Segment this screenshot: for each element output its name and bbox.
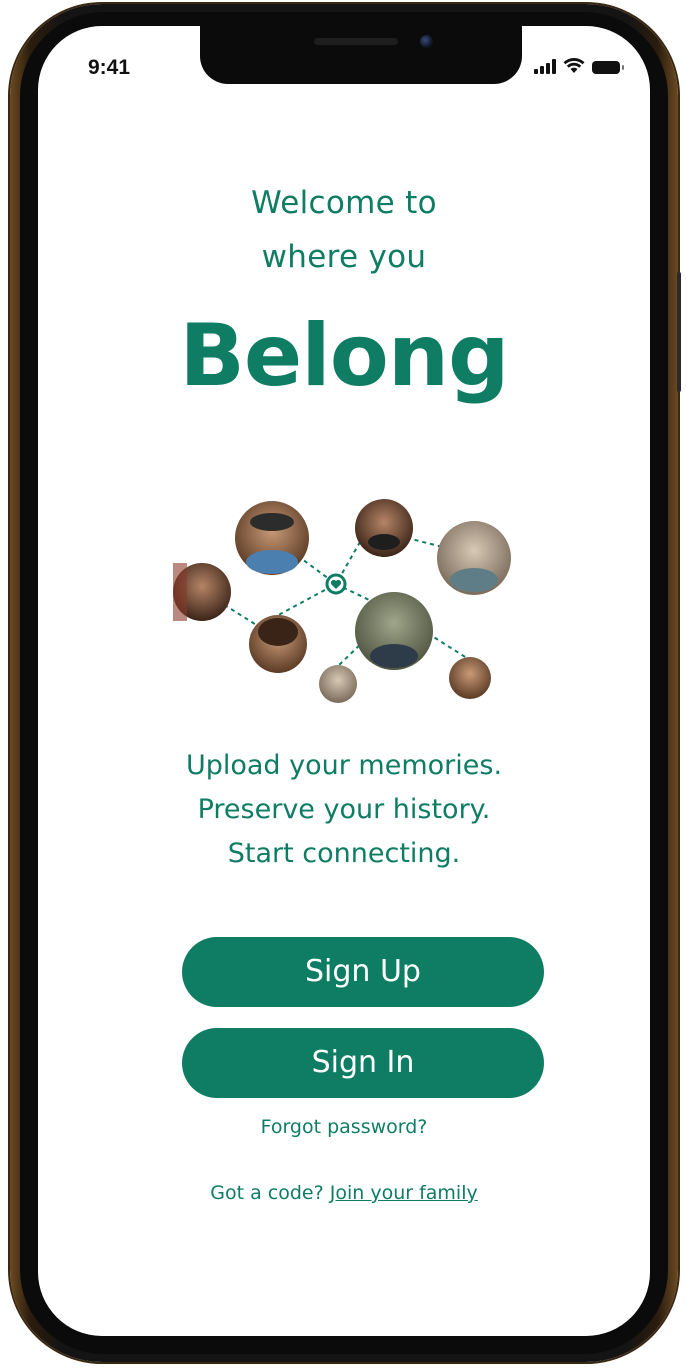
welcome-heading: Welcome to where you <box>38 176 650 284</box>
welcome-line-1: Welcome to <box>251 185 437 221</box>
app-screen: 9:41 Welcome to where you Belong Upload … <box>38 26 650 1336</box>
status-icons <box>534 58 624 74</box>
person-photo <box>449 657 491 699</box>
phone-frame: 9:41 Welcome to where you Belong Upload … <box>10 4 681 1362</box>
sign-up-button[interactable]: Sign Up <box>182 937 544 1007</box>
person-photo <box>235 501 309 575</box>
cellular-signal-icon <box>534 59 556 74</box>
sign-in-button[interactable]: Sign In <box>182 1028 544 1098</box>
person-photo <box>355 499 413 557</box>
person-photo <box>249 615 307 673</box>
brand-title: Belong <box>179 306 509 406</box>
person-photo <box>319 665 357 703</box>
family-network-illustration <box>173 499 511 703</box>
notch <box>200 26 522 84</box>
speaker-grille <box>314 38 398 45</box>
join-family-row: Got a code? Join your family <box>38 1182 650 1204</box>
battery-icon <box>592 61 624 74</box>
tagline-line-2: Preserve your history. <box>197 794 491 825</box>
tagline: Upload your memories. Preserve your hist… <box>38 744 650 876</box>
person-photo <box>173 563 231 621</box>
welcome-line-2: where you <box>261 239 427 275</box>
front-camera <box>420 35 433 48</box>
join-family-link[interactable]: Join your family <box>330 1182 478 1204</box>
status-time: 9:41 <box>88 56 131 79</box>
forgot-password-link[interactable]: Forgot password? <box>38 1116 650 1138</box>
wifi-icon <box>563 58 585 73</box>
tagline-line-3: Start connecting. <box>227 838 461 869</box>
side-button <box>677 272 681 392</box>
person-photo <box>437 521 511 595</box>
code-prompt: Got a code? <box>210 1182 324 1204</box>
tagline-line-1: Upload your memories. <box>185 750 503 781</box>
person-photo <box>355 592 433 670</box>
